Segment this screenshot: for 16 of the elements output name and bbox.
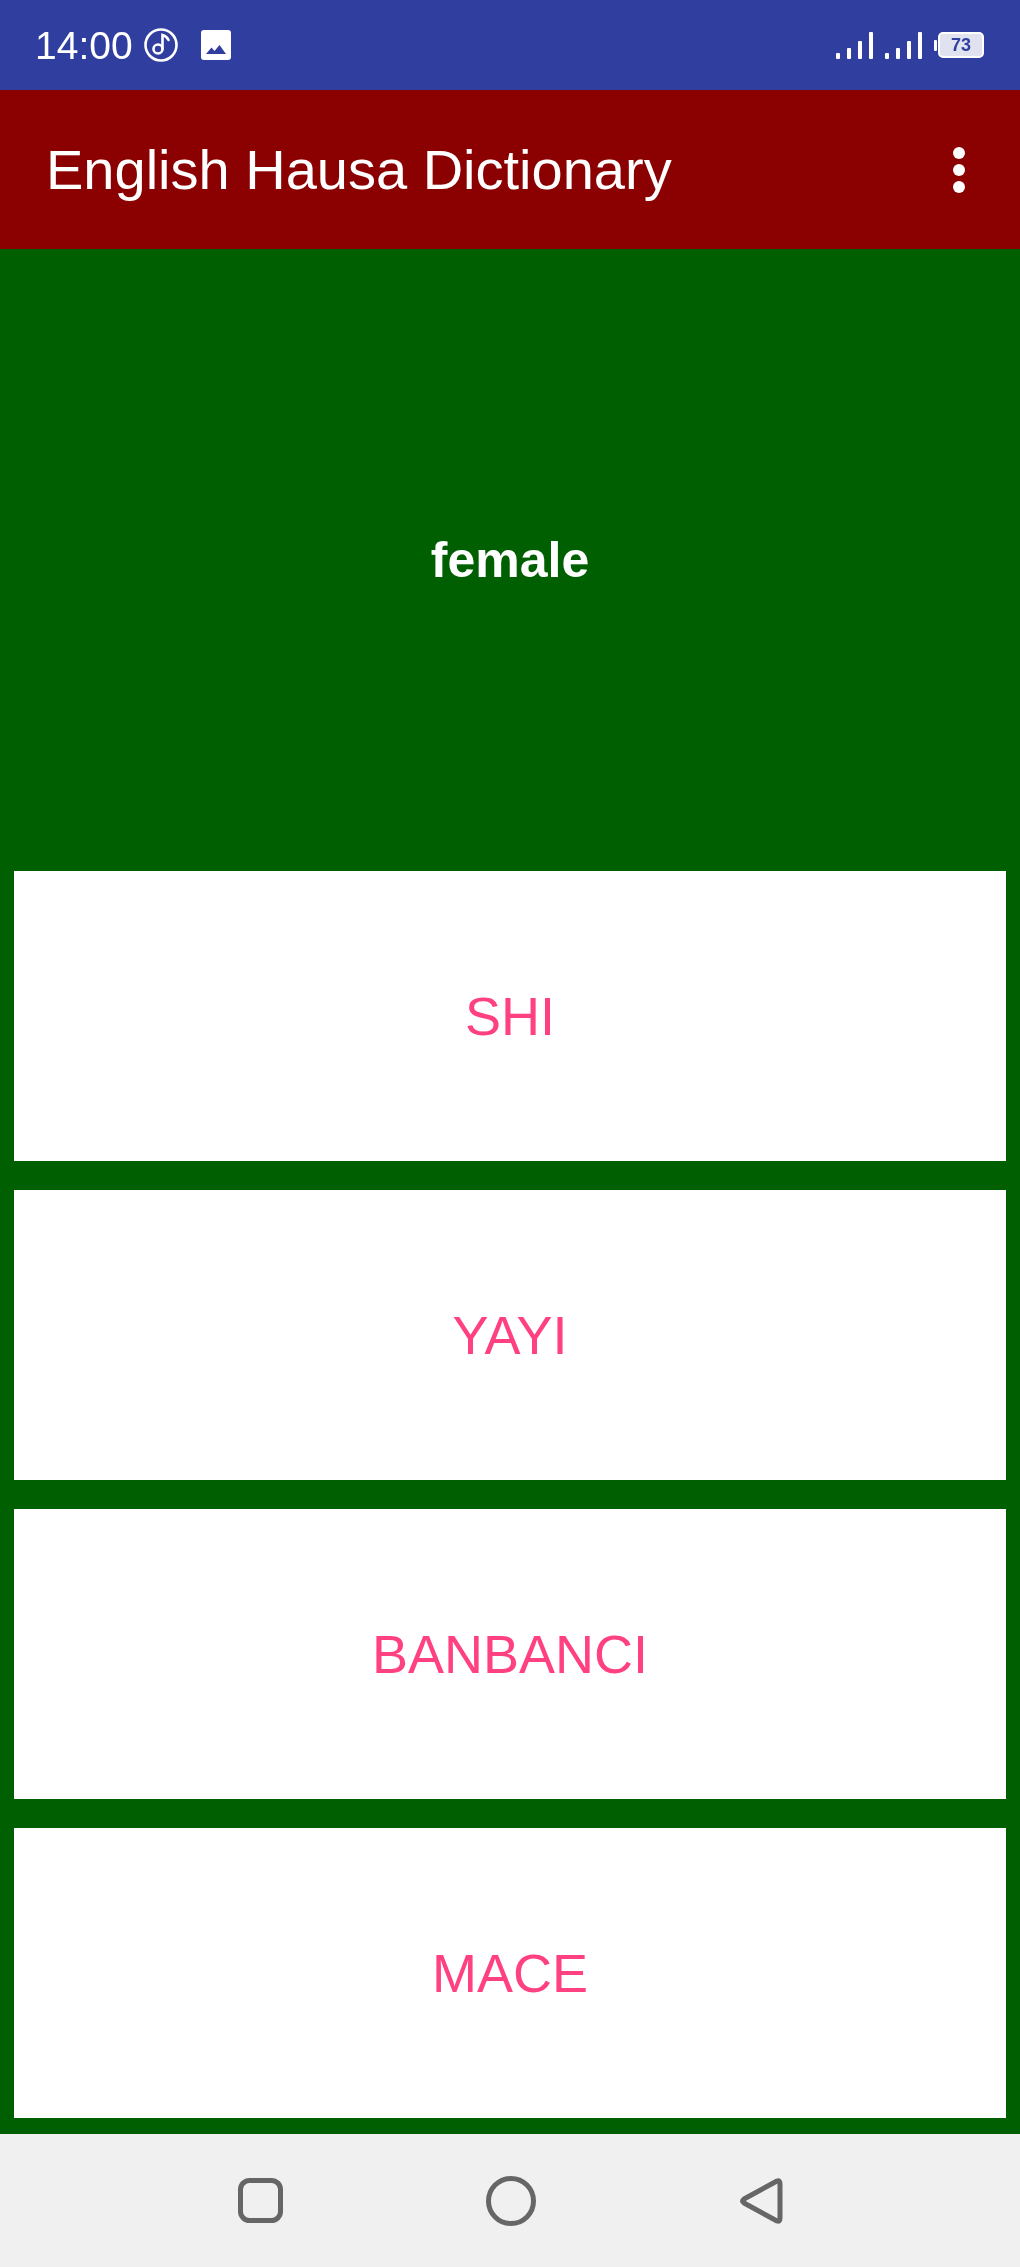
more-options-icon[interactable] xyxy=(953,146,965,193)
app-title: English Hausa Dictionary xyxy=(46,136,672,203)
signal-icon xyxy=(836,31,873,59)
answer-option-button[interactable]: SHI xyxy=(14,871,1006,1161)
back-icon[interactable] xyxy=(738,2176,783,2225)
signal-icon xyxy=(885,31,922,59)
answer-option-button[interactable]: MACE xyxy=(14,1828,1006,2118)
image-icon xyxy=(200,30,231,60)
battery-level-text: 73 xyxy=(951,36,971,54)
answer-option-button[interactable]: YAYI xyxy=(14,1190,1006,1480)
status-time: 14:00 xyxy=(35,25,133,65)
home-icon[interactable] xyxy=(485,2175,536,2226)
recent-apps-icon[interactable] xyxy=(237,2178,283,2223)
answer-option-button[interactable]: BANBANCI xyxy=(14,1509,1006,1799)
music-note-circle-icon xyxy=(142,27,179,63)
english-word: female xyxy=(430,531,590,590)
